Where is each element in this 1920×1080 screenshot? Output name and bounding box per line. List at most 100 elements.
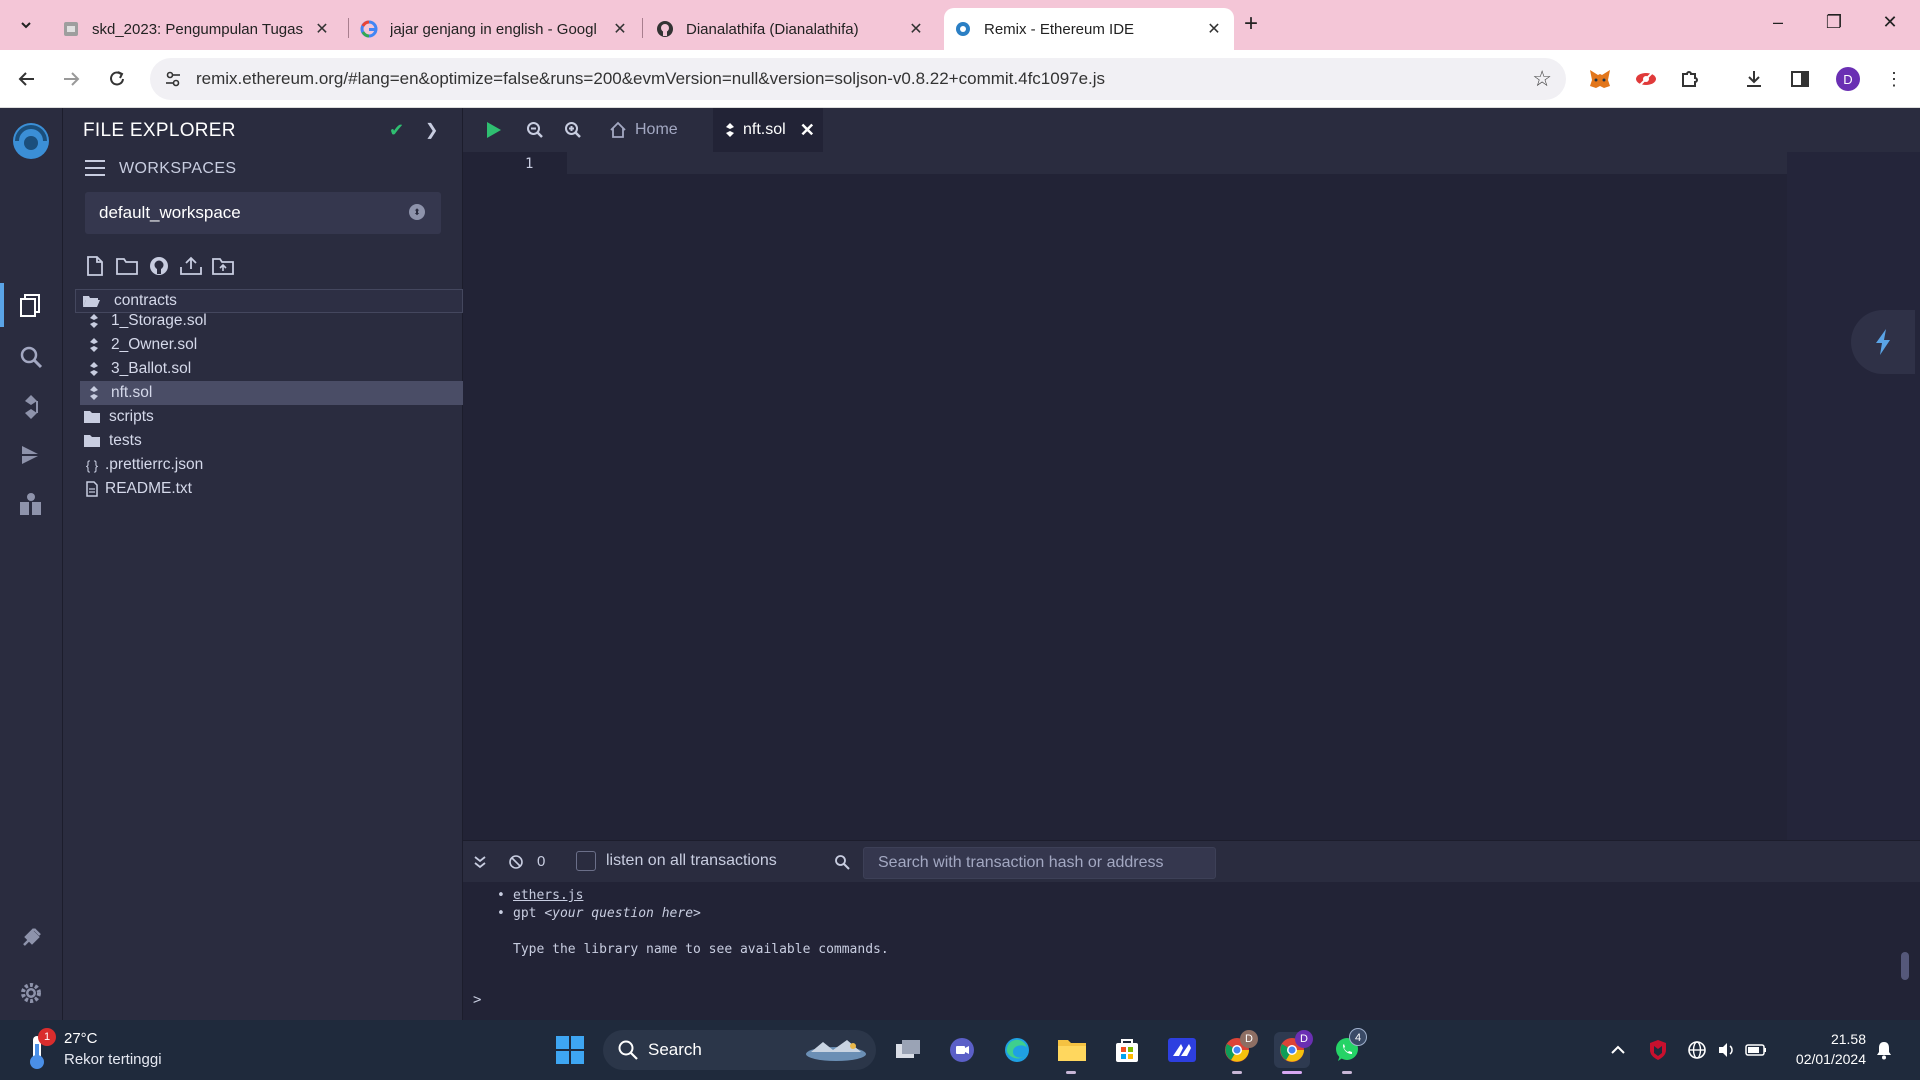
remix-logo-icon[interactable] bbox=[8, 118, 54, 164]
collapse-terminal-icon[interactable] bbox=[471, 853, 489, 871]
browser-tab-github[interactable]: Dianalathifa (Dianalathifa) ✕ bbox=[646, 8, 936, 50]
new-file-icon[interactable] bbox=[83, 254, 107, 278]
clock-time[interactable]: 21.58 bbox=[1831, 1031, 1866, 1047]
bookmark-star-icon[interactable]: ☆ bbox=[1532, 66, 1552, 92]
tree-file-2-owner[interactable]: 2_Owner.sol bbox=[75, 333, 463, 357]
terminal-scrollbar[interactable] bbox=[1901, 952, 1909, 980]
browser-menu-icon[interactable]: ⋮ bbox=[1880, 65, 1908, 93]
tree-item-label: .prettierrc.json bbox=[105, 456, 204, 473]
close-tab-icon[interactable]: ✕ bbox=[906, 19, 926, 39]
tree-file-readme[interactable]: README.txt bbox=[75, 477, 463, 501]
close-tab-icon[interactable]: ✕ bbox=[800, 120, 815, 141]
search-icon bbox=[617, 1039, 639, 1061]
forward-arrow-icon[interactable] bbox=[56, 64, 86, 94]
terminal-prompt[interactable]: > bbox=[473, 992, 481, 1008]
teams-meet-icon[interactable] bbox=[944, 1032, 980, 1068]
close-tab-icon[interactable]: ✕ bbox=[610, 19, 630, 39]
github-icon[interactable] bbox=[147, 254, 171, 278]
download-icon[interactable] bbox=[1740, 65, 1768, 93]
back-arrow-icon[interactable] bbox=[12, 64, 42, 94]
microsoft-store-icon[interactable] bbox=[1109, 1032, 1145, 1068]
side-panel-icon[interactable] bbox=[1786, 65, 1814, 93]
search-icon[interactable] bbox=[14, 340, 48, 374]
solidity-compiler-icon[interactable] bbox=[14, 390, 48, 424]
learneth-icon[interactable] bbox=[14, 488, 48, 522]
site-info-icon[interactable] bbox=[162, 68, 184, 90]
code-text-area[interactable] bbox=[567, 174, 1787, 840]
zoom-out-icon[interactable] bbox=[523, 118, 547, 142]
tree-folder-scripts[interactable]: scripts bbox=[75, 405, 463, 429]
browser-tab-strip: skd_2023: Pengumpulan Tugas ✕ jajar genj… bbox=[0, 0, 1920, 50]
browser-tab-moodle[interactable]: skd_2023: Pengumpulan Tugas ✕ bbox=[52, 8, 342, 50]
terminal-output[interactable]: • ethers.js • gpt <your question here> Typ… bbox=[463, 882, 1920, 1020]
mcafee-shield-icon[interactable] bbox=[1646, 1038, 1670, 1062]
minimize-icon[interactable]: – bbox=[1750, 12, 1806, 33]
tree-file-prettierrc[interactable]: { } .prettierrc.json bbox=[75, 453, 463, 477]
workspace-select[interactable]: default_workspace ⬍ bbox=[85, 192, 441, 234]
close-tab-icon[interactable]: ✕ bbox=[312, 19, 332, 39]
taskbar-search[interactable]: Search bbox=[603, 1030, 876, 1070]
profile-avatar[interactable]: D bbox=[1836, 67, 1860, 91]
chevron-up-icon[interactable] bbox=[1606, 1038, 1630, 1062]
restore-icon[interactable]: ❐ bbox=[1806, 12, 1862, 33]
listen-all-transactions-checkbox[interactable] bbox=[576, 851, 596, 871]
language-globe-icon[interactable] bbox=[1685, 1038, 1709, 1062]
plugin-manager-icon[interactable] bbox=[14, 921, 48, 955]
tree-file-nft[interactable]: nft.sol bbox=[80, 381, 463, 405]
extensions-puzzle-icon[interactable] bbox=[1676, 65, 1704, 93]
eye-slash-extension-icon[interactable] bbox=[1632, 65, 1660, 93]
zoom-in-icon[interactable] bbox=[561, 118, 585, 142]
transaction-search-input[interactable] bbox=[863, 847, 1216, 879]
running-indicator bbox=[1342, 1071, 1352, 1074]
workspace-menu-icon[interactable] bbox=[85, 160, 105, 176]
ai-assistant-icon[interactable] bbox=[1851, 310, 1915, 374]
ethers-js-link[interactable]: ethers.js bbox=[513, 888, 583, 903]
windows-start-icon[interactable] bbox=[552, 1032, 588, 1068]
address-bar[interactable]: remix.ethereum.org/#lang=en&optimize=fal… bbox=[150, 58, 1566, 100]
volume-speaker-icon[interactable] bbox=[1714, 1038, 1738, 1062]
browser-tab-remix[interactable]: Remix - Ethereum IDE ✕ bbox=[944, 8, 1234, 50]
notification-bell-icon[interactable] bbox=[1872, 1038, 1896, 1062]
tab-home[interactable]: Home bbox=[597, 108, 690, 152]
browser-tab-google[interactable]: jajar genjang in english - Googl ✕ bbox=[350, 8, 640, 50]
editor-minimap[interactable] bbox=[1787, 152, 1920, 840]
tab-nft-sol[interactable]: nft.sol ✕ bbox=[713, 108, 823, 152]
close-tab-icon[interactable]: ✕ bbox=[1204, 19, 1224, 39]
code-editor[interactable]: 1 bbox=[463, 152, 1920, 840]
settings-gear-icon[interactable] bbox=[14, 976, 48, 1010]
clock-date[interactable]: 02/01/2024 bbox=[1796, 1051, 1866, 1067]
upload-folder-icon[interactable] bbox=[211, 254, 235, 278]
battery-icon[interactable] bbox=[1744, 1038, 1768, 1062]
reload-icon[interactable] bbox=[102, 64, 132, 94]
edge-icon[interactable] bbox=[999, 1032, 1035, 1068]
tab-divider bbox=[348, 18, 349, 38]
upload-file-icon[interactable] bbox=[179, 254, 203, 278]
new-folder-icon[interactable] bbox=[115, 254, 139, 278]
task-view-icon[interactable] bbox=[890, 1032, 926, 1068]
tree-file-3-ballot[interactable]: 3_Ballot.sol bbox=[75, 357, 463, 381]
active-plugin-indicator bbox=[0, 283, 4, 327]
file-actions-toolbar bbox=[83, 254, 235, 280]
close-window-icon[interactable]: ✕ bbox=[1862, 12, 1918, 33]
weather-condition: Rekor tertinggi bbox=[64, 1051, 162, 1068]
terminal-toolbar: 0 listen on all transactions bbox=[463, 840, 1920, 882]
browser-tab-title: skd_2023: Pengumpulan Tugas bbox=[92, 20, 303, 38]
vscode-like-app-icon[interactable] bbox=[1164, 1032, 1200, 1068]
clear-console-icon[interactable] bbox=[507, 853, 525, 871]
tree-file-1-storage[interactable]: 1_Storage.sol bbox=[75, 309, 463, 333]
metamask-fox-icon[interactable] bbox=[1586, 65, 1614, 93]
tree-folder-tests[interactable]: tests bbox=[75, 429, 463, 453]
deploy-run-icon[interactable] bbox=[14, 438, 48, 472]
tab-search-chevron-icon[interactable] bbox=[12, 11, 40, 39]
json-braces-icon: { } bbox=[85, 457, 99, 473]
solidity-file-icon bbox=[85, 384, 103, 402]
browser-tab-title: Dianalathifa (Dianalathifa) bbox=[686, 20, 859, 38]
weather-alert-badge: 1 bbox=[38, 1028, 56, 1046]
browser-tab-title: Remix - Ethereum IDE bbox=[984, 20, 1135, 38]
new-tab-icon[interactable]: + bbox=[1244, 12, 1258, 36]
tab-label: Home bbox=[635, 121, 678, 138]
file-explorer-icon[interactable] bbox=[14, 288, 48, 322]
file-explorer-folder-icon[interactable] bbox=[1054, 1032, 1090, 1068]
chevron-right-icon[interactable]: ❯ bbox=[425, 120, 438, 140]
run-script-play-icon[interactable] bbox=[481, 118, 505, 142]
